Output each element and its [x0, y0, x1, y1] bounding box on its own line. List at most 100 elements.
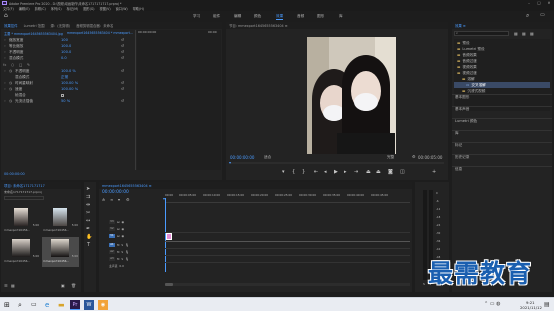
playhead-handle-icon[interactable]: ▾	[163, 196, 165, 201]
workspace-learn[interactable]: 学习	[193, 14, 200, 19]
home-icon[interactable]: ⌂	[4, 12, 8, 19]
mute-button[interactable]: M	[117, 250, 119, 254]
close-icon[interactable]: ✕	[544, 1, 554, 5]
reset-icon[interactable]: ↺	[121, 56, 124, 60]
step-forward-button[interactable]: ▸	[344, 169, 347, 175]
sync-lock-icon[interactable]: ⊟	[117, 227, 120, 231]
section-libraries[interactable]: 库	[452, 130, 552, 136]
workspace-effects[interactable]: 效果	[276, 14, 284, 20]
notification-icon[interactable]: ▤	[544, 301, 550, 308]
tab-source[interactable]: 源：(无剪辑)	[50, 23, 70, 28]
time-ruler[interactable]: 00:00 00:00:05:00 00:00:10:00 00:00:15:0…	[165, 191, 410, 203]
quality-select[interactable]: 完整	[387, 155, 394, 160]
program-monitor-title[interactable]: 节目: mmexport1645655563404 ≡	[229, 23, 288, 28]
new-item-icon[interactable]: ▣	[61, 283, 65, 288]
master-volume[interactable]: 0.0	[119, 264, 123, 268]
pen-tool-icon[interactable]: ✒	[86, 226, 90, 232]
eye-icon[interactable]: ◉	[122, 227, 125, 231]
icon-view-icon[interactable]: ▦	[11, 283, 15, 288]
snap-icon[interactable]: ⋔	[102, 197, 105, 202]
mark-out-button[interactable]: }	[302, 169, 305, 175]
section-info[interactable]: 信息	[452, 166, 552, 172]
voiceover-icon[interactable]: 🎙	[125, 257, 129, 261]
tab-audio-clip-mixer[interactable]: 音频剪辑混合器：未命名	[76, 23, 113, 28]
property-value[interactable]: 100.00 %	[61, 81, 121, 85]
hand-tool-icon[interactable]: ✋	[86, 234, 92, 240]
tab-effect-controls[interactable]: 效果控件	[4, 23, 18, 28]
fit-select[interactable]: 适合	[264, 155, 271, 160]
blend-mode-select[interactable]: 正常	[61, 75, 121, 80]
workspace-libraries[interactable]: 库	[339, 14, 343, 19]
comparison-view-button[interactable]: ◫	[400, 169, 405, 175]
property-value[interactable]: 100.0	[61, 50, 121, 54]
reset-icon[interactable]: ↺	[121, 87, 124, 91]
reset-icon[interactable]: ↺	[121, 38, 124, 42]
step-back-button[interactable]: ◂	[324, 169, 327, 175]
timeline-timecode[interactable]: 00:00:00:00	[102, 190, 129, 195]
message-icon[interactable]: ▭	[540, 12, 545, 18]
property-value[interactable]: 50 %	[61, 99, 121, 103]
file-explorer-icon[interactable]: ▬	[58, 301, 65, 309]
fx-icon[interactable]: fx	[1, 63, 11, 67]
section-lumetri-color[interactable]: Lumetri 颜色	[452, 118, 552, 124]
search-icon[interactable]: ⌕	[526, 12, 529, 20]
reset-icon[interactable]: ↺	[121, 99, 124, 103]
effect-controls-timecode[interactable]: 00:00:00:00	[4, 172, 25, 176]
section-markers[interactable]: 标记	[452, 142, 552, 148]
sequence-clip-label[interactable]: mmexport1645655563404 * mmexport...	[67, 31, 133, 35]
program-timecode[interactable]: 00:00:00:00	[230, 155, 254, 160]
slip-tool-icon[interactable]: ↔	[86, 218, 90, 224]
edge-icon[interactable]: e	[45, 301, 49, 309]
tab-effects[interactable]: 效果 ≡	[455, 23, 466, 28]
project-item-selected[interactable]: mmexport16456... 5:00	[42, 237, 79, 267]
track-target[interactable]: A3	[109, 257, 115, 261]
project-item[interactable]: mmexport16456... 5:00	[4, 238, 39, 266]
project-item[interactable]: mmexport16456... 5:00	[4, 207, 39, 235]
export-frame-button[interactable]: ◙	[388, 169, 393, 175]
program-scrubber[interactable]	[230, 162, 444, 164]
go-to-in-button[interactable]: ⇤	[314, 169, 318, 175]
mask-rect-icon[interactable]: □	[19, 63, 27, 67]
reset-icon[interactable]: ↺	[121, 44, 124, 48]
task-view-icon[interactable]: ▭	[31, 301, 37, 308]
track-select-tool-icon[interactable]: ⇉	[86, 194, 90, 200]
reset-icon[interactable]: ↺	[121, 69, 124, 73]
property-value[interactable]: 0.0	[61, 56, 121, 60]
track-target[interactable]: V2	[109, 227, 115, 231]
effect-controls-divider[interactable]	[135, 30, 136, 170]
workspace-assembly[interactable]: 组件	[213, 14, 220, 19]
premiere-taskbar-icon[interactable]: Pr	[70, 300, 80, 310]
track-target[interactable]: A2	[109, 250, 115, 254]
add-button[interactable]: +	[432, 169, 436, 175]
section-essential-graphics[interactable]: 基本图形	[452, 94, 552, 100]
go-to-out-button[interactable]: ⇥	[354, 169, 358, 175]
mask-ellipse-icon[interactable]: ○	[11, 63, 19, 67]
extract-button[interactable]: ⏏	[376, 169, 381, 175]
add-marker-button[interactable]: ▾	[282, 169, 285, 175]
lift-button[interactable]: ⏏	[366, 169, 371, 175]
sync-lock-icon[interactable]: ⊟	[117, 234, 120, 238]
word-icon[interactable]: W	[84, 300, 94, 310]
workspace-audio[interactable]: 音频	[297, 14, 304, 19]
tab-timeline[interactable]: mmexport1645655563404 ≡	[102, 184, 152, 188]
app-icon[interactable]: ◉	[98, 300, 108, 310]
voiceover-icon[interactable]: 🎙	[125, 243, 129, 247]
effects-search-input[interactable]	[454, 31, 509, 36]
frame-blend-checkbox[interactable]	[61, 93, 64, 97]
add-marker-icon[interactable]: ▾	[118, 197, 120, 202]
solo-button[interactable]: S	[121, 257, 123, 261]
workspace-color[interactable]: 颜色	[254, 14, 261, 19]
selection-tool-icon[interactable]: ➤	[86, 186, 90, 192]
section-history[interactable]: 历史记录	[452, 154, 552, 160]
property-value[interactable]: 100.0 %	[61, 69, 121, 73]
tray-icons[interactable]: ⌃ ▭ ◍	[484, 301, 500, 307]
linked-selection-icon[interactable]: ∞	[110, 197, 113, 202]
reset-icon[interactable]: ↺	[121, 50, 124, 54]
scrubber-playhead-icon[interactable]: ▾	[229, 160, 231, 165]
pen-icon[interactable]: ✎	[27, 63, 35, 67]
solo-button[interactable]: S	[121, 243, 123, 247]
workspace-graphics[interactable]: 图形	[317, 14, 324, 19]
timeline-clip[interactable]	[166, 233, 172, 240]
sync-lock-icon[interactable]: ⊟	[117, 220, 120, 224]
tab-project[interactable]: 项目: 未命名1717171717	[4, 183, 45, 188]
